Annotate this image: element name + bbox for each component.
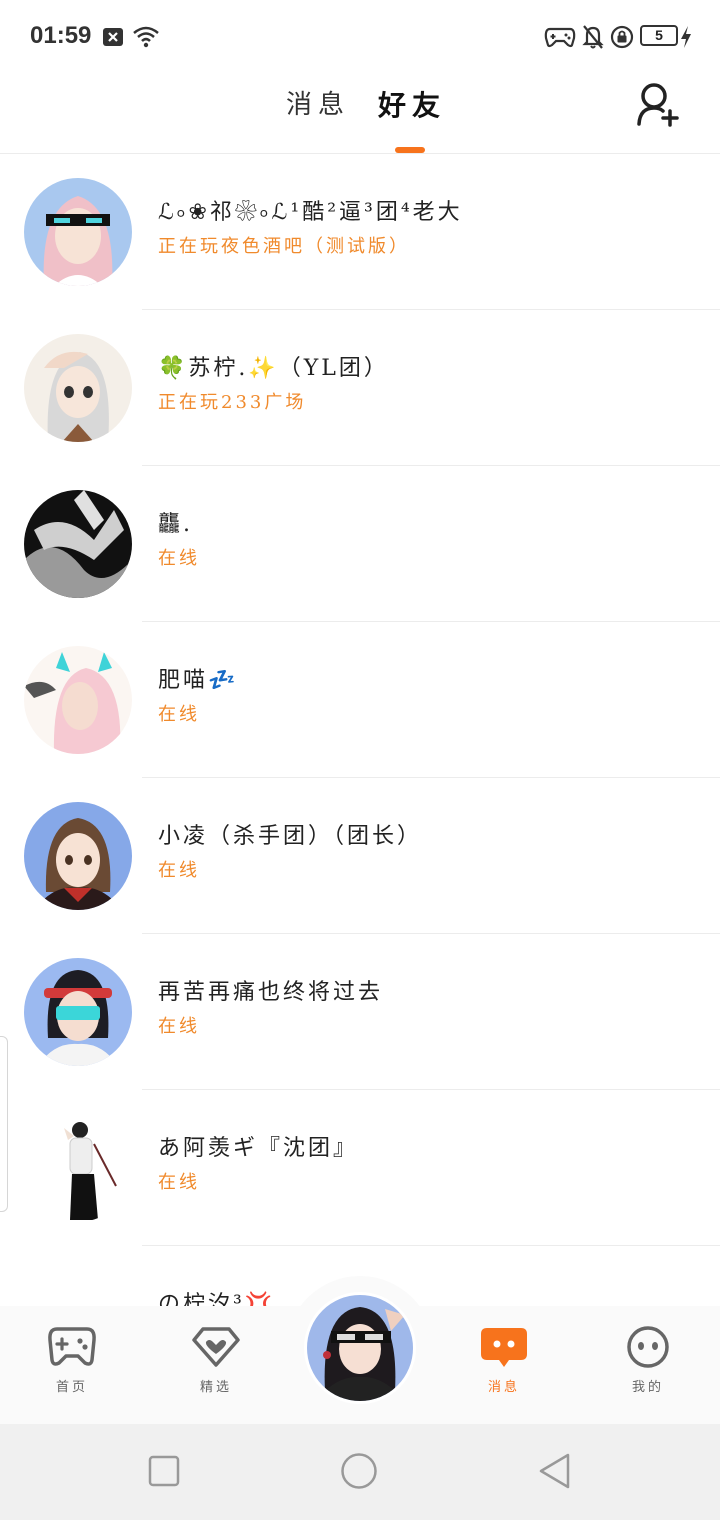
nav-label: 首页: [55, 1380, 88, 1395]
friend-name: 龘.: [158, 512, 193, 537]
add-user-icon[interactable]: [634, 80, 682, 132]
friend-row[interactable]: ℒ৹❀祁❀৹ℒ¹酷²逼³团⁴老大 正在玩夜色酒吧（测试版）: [0, 154, 720, 310]
friend-row[interactable]: あ阿羡ギ『沈团』 在线: [0, 1090, 720, 1246]
avatar[interactable]: [24, 802, 132, 910]
nav-home[interactable]: 首页: [22, 1326, 122, 1395]
friend-status: 正在玩233广场: [158, 392, 307, 413]
battery-icon: 5: [640, 25, 678, 46]
nav-label: 精选: [199, 1380, 232, 1395]
avatar[interactable]: [24, 646, 132, 754]
lock-rotate-icon: [610, 25, 634, 49]
center-avatar-button[interactable]: [304, 1292, 416, 1404]
face-icon: [627, 1326, 669, 1368]
tab-messages[interactable]: 消息: [286, 84, 350, 121]
side-edge-handle[interactable]: [0, 1036, 8, 1212]
avatar[interactable]: [24, 490, 132, 598]
heart-diamond-icon: [192, 1327, 240, 1367]
avatar[interactable]: [24, 1270, 132, 1306]
friend-status: 在线: [158, 860, 200, 881]
avatar: [307, 1295, 413, 1401]
friend-row[interactable]: 肥喵💤 在线: [0, 622, 720, 778]
avatar[interactable]: [24, 958, 132, 1066]
battery-level: 5: [655, 27, 663, 43]
friend-name: 🍀苏柠.✨（YL团）: [158, 356, 389, 381]
friend-name: 肥喵💤: [158, 668, 239, 693]
friend-row[interactable]: 🍀苏柠.✨（YL团） 正在玩233广场: [0, 310, 720, 466]
friend-status: 在线: [158, 548, 200, 569]
gamepad-icon: [48, 1327, 96, 1366]
active-tab-indicator: [395, 147, 425, 153]
nav-label: 我的: [631, 1380, 664, 1395]
friend-row[interactable]: 小凌（杀手团）（团长） 在线: [0, 778, 720, 934]
friend-row[interactable]: 龘. 在线: [0, 466, 720, 622]
friend-status: 在线: [158, 1172, 200, 1193]
status-bar: 01:59 5: [0, 0, 720, 72]
tab-friends[interactable]: 好友: [378, 84, 446, 124]
back-icon[interactable]: [538, 1452, 572, 1490]
nav-featured[interactable]: 精选: [166, 1326, 266, 1395]
friend-name: あ阿羡ギ『沈团』: [158, 1136, 359, 1161]
friend-name: ℒ৹❀祁❀৹ℒ¹酷²逼³团⁴老大: [158, 200, 463, 225]
nav-messages[interactable]: 消息: [454, 1326, 554, 1395]
home-icon[interactable]: [340, 1452, 378, 1490]
friend-status: 正在玩夜色酒吧（测试版）: [158, 236, 410, 257]
friend-name: 小凌（杀手团）（团长）: [158, 824, 423, 849]
status-time: 01:59: [30, 22, 92, 49]
bell-off-icon: [582, 25, 604, 49]
friend-status: 在线: [158, 1016, 200, 1037]
avatar[interactable]: [24, 178, 132, 286]
chat-bubble-icon: [481, 1328, 527, 1367]
friend-name: 再苦再痛也终将过去: [158, 980, 384, 1005]
gamepad-icon: [544, 27, 576, 48]
wifi-icon: [133, 26, 159, 48]
nav-label: 消息: [487, 1380, 520, 1395]
nav-profile[interactable]: 我的: [598, 1326, 698, 1395]
charging-icon: [681, 26, 691, 48]
recent-apps-icon[interactable]: [148, 1454, 180, 1488]
friend-row[interactable]: 再苦再痛也终将过去 在线: [0, 934, 720, 1090]
system-nav-bar: [0, 1424, 720, 1520]
close-box-icon: [103, 28, 123, 46]
avatar[interactable]: [24, 334, 132, 442]
friend-name: の柠汐³💢: [158, 1292, 276, 1306]
friend-list: ℒ৹❀祁❀৹ℒ¹酷²逼³团⁴老大 正在玩夜色酒吧（测试版） 🍀苏柠.✨（YL团）…: [0, 154, 720, 1306]
friend-status: 在线: [158, 704, 200, 725]
avatar[interactable]: [24, 1114, 132, 1222]
top-header: 消息 好友: [0, 72, 720, 154]
